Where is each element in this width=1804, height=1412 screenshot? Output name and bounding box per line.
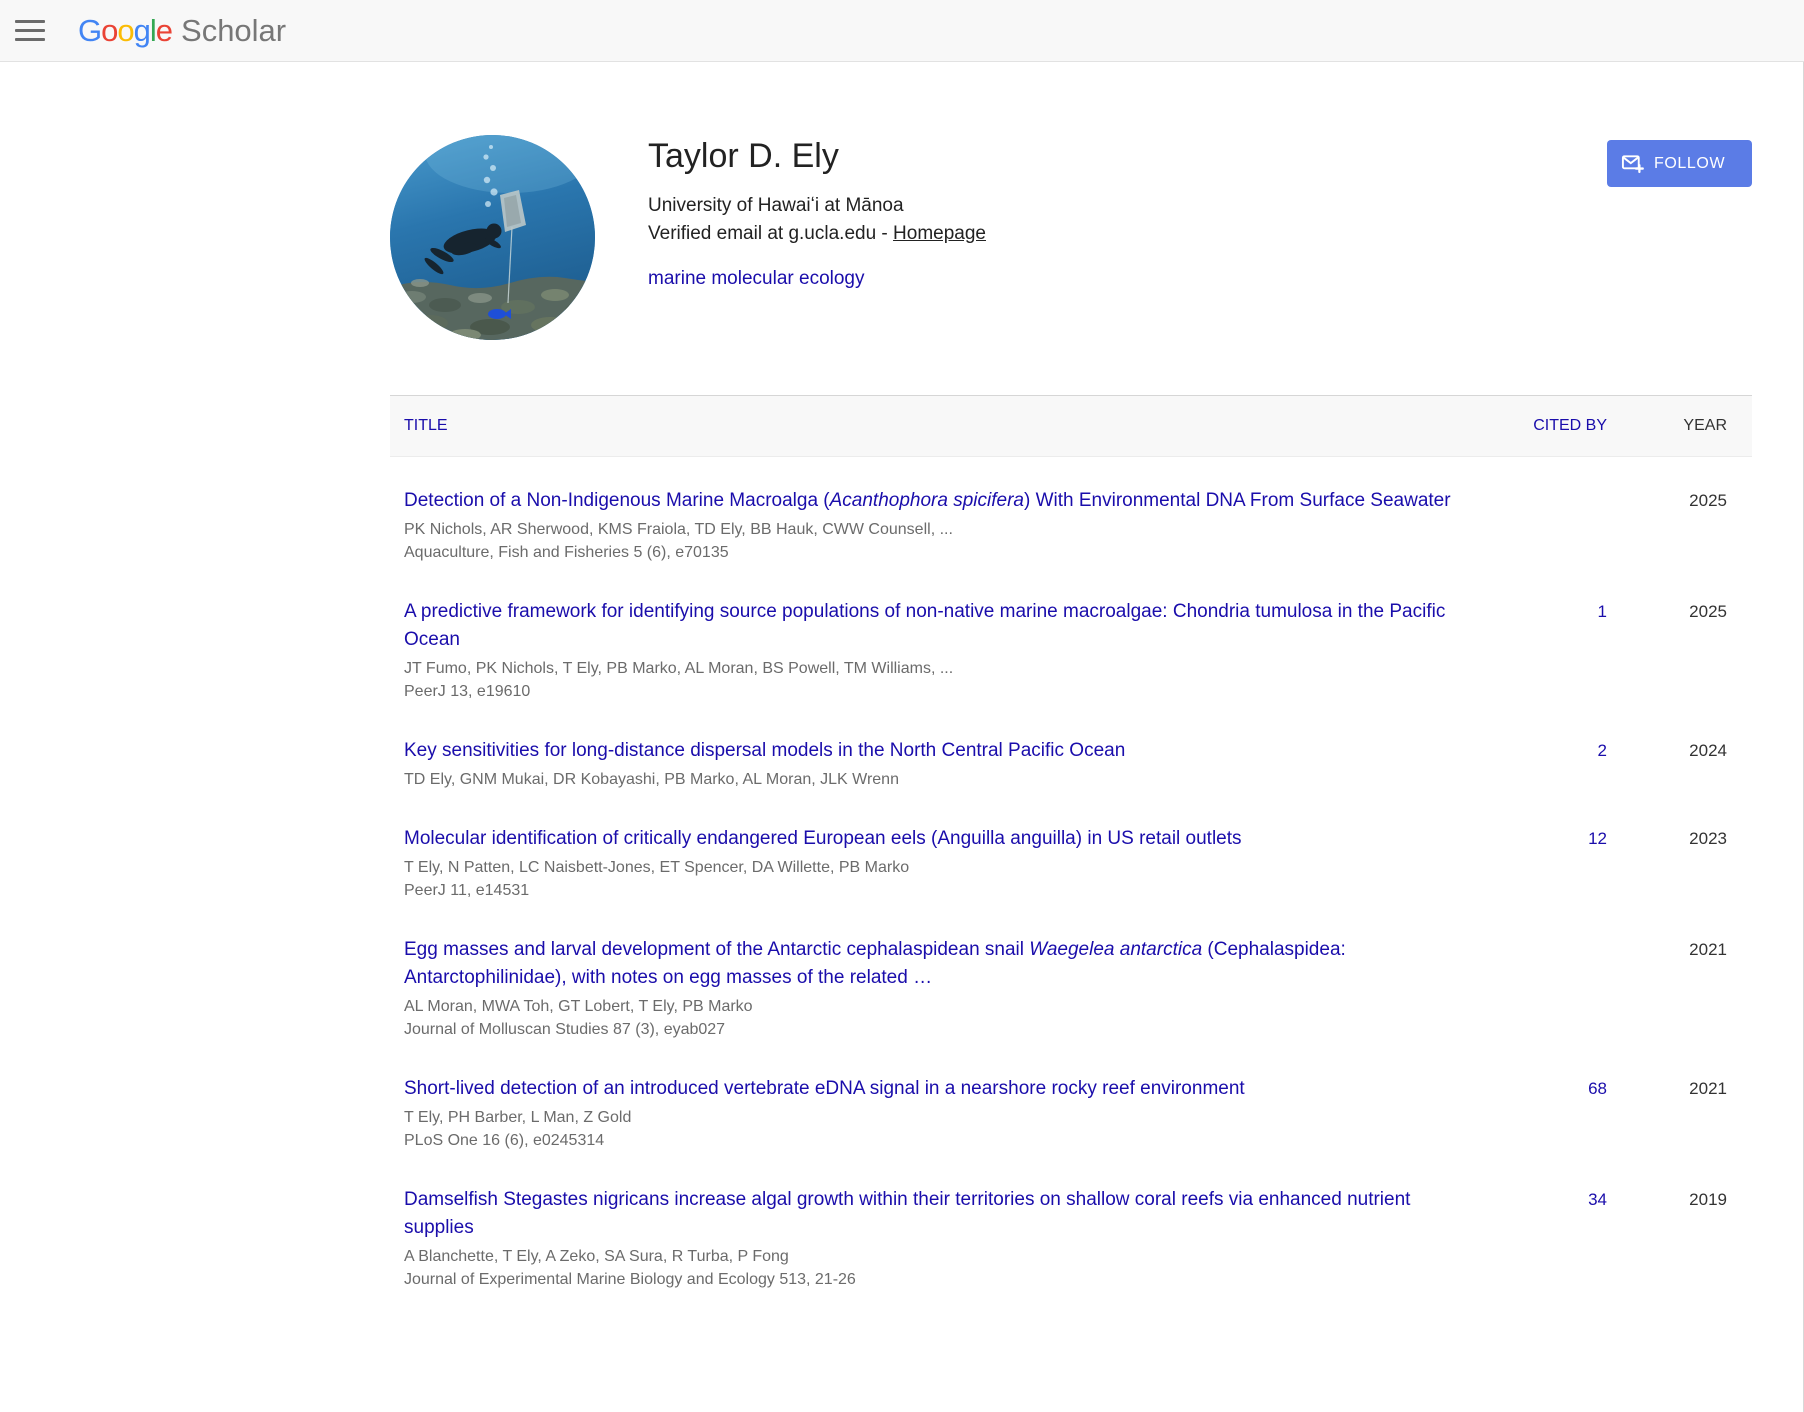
sort-by-citations-header[interactable]: CITED BY xyxy=(1533,417,1607,434)
scholar-logo-text: Scholar xyxy=(181,12,287,48)
publication-title-link[interactable]: A predictive framework for identifying s… xyxy=(404,598,1477,654)
publication-venue: Journal of Experimental Marine Biology a… xyxy=(404,1271,856,1288)
google-logo: Google xyxy=(78,12,173,48)
publication-row: Damselfish Stegastes nigricans increase … xyxy=(390,1186,1752,1291)
publication-authors: AL Moran, MWA Toh, GT Lobert, T Ely, PB … xyxy=(404,998,753,1015)
homepage-link[interactable]: Homepage xyxy=(893,223,986,244)
publication-title-link[interactable]: Key sensitivities for long-distance disp… xyxy=(404,737,1477,765)
publication-title-link[interactable]: Egg masses and larval development of the… xyxy=(404,936,1477,992)
publication-year: 2021 xyxy=(1689,1079,1727,1098)
profile-section: Taylor D. Ely University of Hawaiʻi at M… xyxy=(390,135,1752,340)
publication-authors: T Ely, PH Barber, L Man, Z Gold xyxy=(404,1109,632,1126)
sort-by-title-header[interactable]: TITLE xyxy=(404,417,448,434)
cited-by-count[interactable]: 68 xyxy=(1588,1079,1607,1098)
publication-title-link[interactable]: Molecular identification of critically e… xyxy=(404,825,1477,853)
cited-by-count[interactable]: 1 xyxy=(1598,602,1607,621)
profile-affiliation: University of Hawaiʻi at Mānoa xyxy=(648,195,904,216)
publication-venue: Aquaculture, Fish and Fisheries 5 (6), e… xyxy=(404,544,729,561)
cited-by-count[interactable]: 2 xyxy=(1598,741,1607,760)
publication-authors: PK Nichols, AR Sherwood, KMS Fraiola, TD… xyxy=(404,521,953,538)
email-plus-icon xyxy=(1621,155,1644,174)
top-bar: Google Scholar xyxy=(0,0,1804,62)
cited-by-count[interactable]: 12 xyxy=(1588,829,1607,848)
interest-link[interactable]: marine molecular ecology xyxy=(648,268,865,289)
publication-row: Detection of a Non-Indigenous Marine Mac… xyxy=(390,487,1752,564)
publication-venue: PeerJ 11, e14531 xyxy=(404,882,530,899)
publication-authors: JT Fumo, PK Nichols, T Ely, PB Marko, AL… xyxy=(404,660,954,677)
publication-authors: T Ely, N Patten, LC Naisbett-Jones, ET S… xyxy=(404,859,910,876)
publication-year: 2021 xyxy=(1689,940,1727,959)
publications-list: Detection of a Non-Indigenous Marine Mac… xyxy=(390,457,1752,1291)
underwater-diver-photo xyxy=(390,135,595,340)
publications-table-header: TITLE CITED BY YEAR xyxy=(390,395,1752,457)
profile-name: Taylor D. Ely xyxy=(648,137,839,175)
cited-by-count[interactable]: 34 xyxy=(1588,1190,1607,1209)
profile-verified-email: Verified email at g.ucla.edu - Homepage xyxy=(648,220,986,248)
hamburger-menu-icon[interactable] xyxy=(15,9,59,53)
publication-row: Key sensitivities for long-distance disp… xyxy=(390,737,1752,791)
publication-year: 2019 xyxy=(1689,1190,1727,1209)
publication-row: Egg masses and larval development of the… xyxy=(390,936,1752,1041)
google-scholar-logo[interactable]: Google Scholar xyxy=(78,13,286,49)
publication-year: 2025 xyxy=(1689,491,1727,510)
publication-row: Short-lived detection of an introduced v… xyxy=(390,1075,1752,1152)
publication-venue: PLoS One 16 (6), e0245314 xyxy=(404,1132,605,1149)
publication-title-link[interactable]: Damselfish Stegastes nigricans increase … xyxy=(404,1186,1477,1242)
publication-title-link[interactable]: Detection of a Non-Indigenous Marine Mac… xyxy=(404,487,1477,515)
verified-email-text: Verified email at g.ucla.edu - xyxy=(648,223,894,244)
publication-year: 2023 xyxy=(1689,829,1727,848)
publication-row: Molecular identification of critically e… xyxy=(390,825,1752,902)
sort-by-year-header[interactable]: YEAR xyxy=(1607,417,1752,435)
publication-venue: Journal of Molluscan Studies 87 (3), eya… xyxy=(404,1021,726,1038)
publication-year: 2024 xyxy=(1689,741,1727,760)
follow-button-label: FOLLOW xyxy=(1654,154,1726,172)
publication-row: A predictive framework for identifying s… xyxy=(390,598,1752,703)
follow-button[interactable]: FOLLOW xyxy=(1607,140,1752,187)
publication-authors: TD Ely, GNM Mukai, DR Kobayashi, PB Mark… xyxy=(404,771,899,788)
publication-authors: A Blanchette, T Ely, A Zeko, SA Sura, R … xyxy=(404,1248,789,1265)
publication-venue: PeerJ 13, e19610 xyxy=(404,683,531,700)
publication-year: 2025 xyxy=(1689,602,1727,621)
publication-title-link[interactable]: Short-lived detection of an introduced v… xyxy=(404,1075,1477,1103)
profile-photo xyxy=(390,135,595,340)
